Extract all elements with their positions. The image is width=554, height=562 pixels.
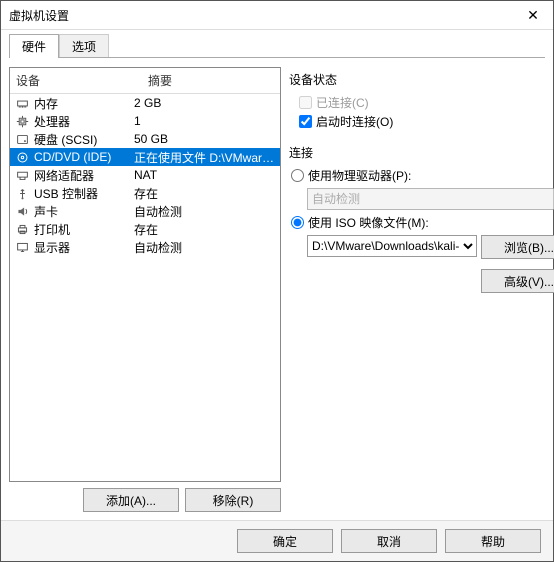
browse-button[interactable]: 浏览(B)... bbox=[481, 235, 554, 259]
disk-icon bbox=[14, 131, 30, 147]
vm-settings-window: 虚拟机设置 ✕ 硬件 选项 设备 摘要 内存2 GB处理器1硬盘 (SCSI)5… bbox=[0, 0, 554, 562]
use-physical-label: 使用物理驱动器(P): bbox=[308, 167, 411, 184]
display-icon bbox=[14, 239, 30, 255]
device-status-title: 设备状态 bbox=[289, 71, 554, 88]
cpu-icon bbox=[14, 113, 30, 129]
device-table: 设备 摘要 内存2 GB处理器1硬盘 (SCSI)50 GBCD/DVD (ID… bbox=[9, 67, 281, 482]
dialog-footer: 确定 取消 帮助 bbox=[1, 520, 553, 561]
device-name: 内存 bbox=[34, 95, 134, 112]
content-area: 设备 摘要 内存2 GB处理器1硬盘 (SCSI)50 GBCD/DVD (ID… bbox=[1, 59, 553, 520]
device-summary: 存在 bbox=[134, 221, 276, 238]
sound-icon bbox=[14, 203, 30, 219]
device-name: 显示器 bbox=[34, 239, 134, 256]
device-summary: 1 bbox=[134, 114, 276, 128]
titlebar: 虚拟机设置 ✕ bbox=[1, 1, 553, 30]
cancel-button[interactable]: 取消 bbox=[341, 529, 437, 553]
use-iso-label: 使用 ISO 映像文件(M): bbox=[308, 214, 429, 231]
device-summary: 50 GB bbox=[134, 132, 276, 146]
table-row[interactable]: CD/DVD (IDE)正在使用文件 D:\VMware\Dow... bbox=[10, 148, 280, 166]
device-name: 打印机 bbox=[34, 221, 134, 238]
device-name: USB 控制器 bbox=[34, 185, 134, 202]
device-status-group: 设备状态 已连接(C) 启动时连接(O) bbox=[289, 67, 554, 132]
device-name: CD/DVD (IDE) bbox=[34, 150, 134, 164]
remove-button[interactable]: 移除(R) bbox=[185, 488, 281, 512]
tab-hardware[interactable]: 硬件 bbox=[9, 34, 59, 58]
advanced-button[interactable]: 高级(V)... bbox=[481, 269, 554, 293]
table-row[interactable]: USB 控制器存在 bbox=[10, 184, 280, 202]
table-row[interactable]: 显示器自动检测 bbox=[10, 238, 280, 256]
table-row[interactable]: 打印机存在 bbox=[10, 220, 280, 238]
net-icon bbox=[14, 167, 30, 183]
advanced-row: 高级(V)... bbox=[289, 269, 554, 293]
device-name: 声卡 bbox=[34, 203, 134, 220]
device-summary: 自动检测 bbox=[134, 203, 276, 220]
use-physical-radio[interactable] bbox=[291, 169, 304, 182]
close-button[interactable]: ✕ bbox=[513, 7, 553, 24]
memory-icon bbox=[14, 95, 30, 111]
table-row[interactable]: 声卡自动检测 bbox=[10, 202, 280, 220]
physical-drive-select: 自动检测 bbox=[307, 188, 554, 210]
connection-group: 连接 使用物理驱动器(P): 自动检测 使用 ISO 映像文件(M): bbox=[289, 140, 554, 293]
connected-checkbox bbox=[299, 96, 312, 109]
connection-title: 连接 bbox=[289, 144, 554, 161]
poweron-checkbox-row[interactable]: 启动时连接(O) bbox=[299, 113, 554, 130]
physical-combo-row: 自动检测 bbox=[307, 188, 554, 210]
device-summary: 2 GB bbox=[134, 96, 276, 110]
tab-strip: 硬件 选项 bbox=[1, 30, 553, 58]
poweron-checkbox[interactable] bbox=[299, 115, 312, 128]
add-button[interactable]: 添加(A)... bbox=[83, 488, 179, 512]
connected-checkbox-row: 已连接(C) bbox=[299, 94, 554, 111]
poweron-label: 启动时连接(O) bbox=[316, 113, 393, 130]
right-pane: 设备状态 已连接(C) 启动时连接(O) 连接 使用物理驱动器(P): bbox=[289, 67, 554, 512]
device-name: 处理器 bbox=[34, 113, 134, 130]
device-summary: 正在使用文件 D:\VMware\Dow... bbox=[134, 149, 276, 166]
device-summary: 存在 bbox=[134, 185, 276, 202]
tab-options[interactable]: 选项 bbox=[59, 34, 109, 58]
use-physical-row[interactable]: 使用物理驱动器(P): bbox=[291, 167, 554, 184]
iso-combo-row: D:\VMware\Downloads\kali- 浏览(B)... bbox=[307, 235, 554, 259]
device-summary: NAT bbox=[134, 168, 276, 182]
window-title: 虚拟机设置 bbox=[9, 7, 513, 24]
usb-icon bbox=[14, 185, 30, 201]
device-name: 网络适配器 bbox=[34, 167, 134, 184]
table-row[interactable]: 硬盘 (SCSI)50 GB bbox=[10, 130, 280, 148]
iso-path-select[interactable]: D:\VMware\Downloads\kali- bbox=[307, 235, 477, 257]
left-buttons: 添加(A)... 移除(R) bbox=[9, 488, 281, 512]
connected-label: 已连接(C) bbox=[316, 94, 369, 111]
cd-icon bbox=[14, 149, 30, 165]
col-device: 设备 bbox=[10, 68, 142, 93]
left-pane: 设备 摘要 内存2 GB处理器1硬盘 (SCSI)50 GBCD/DVD (ID… bbox=[9, 67, 281, 512]
table-header: 设备 摘要 bbox=[10, 68, 280, 94]
tab-underline bbox=[9, 57, 545, 58]
ok-button[interactable]: 确定 bbox=[237, 529, 333, 553]
use-iso-radio[interactable] bbox=[291, 216, 304, 229]
device-summary: 自动检测 bbox=[134, 239, 276, 256]
help-button[interactable]: 帮助 bbox=[445, 529, 541, 553]
printer-icon bbox=[14, 221, 30, 237]
table-body: 内存2 GB处理器1硬盘 (SCSI)50 GBCD/DVD (IDE)正在使用… bbox=[10, 94, 280, 481]
table-row[interactable]: 内存2 GB bbox=[10, 94, 280, 112]
table-row[interactable]: 处理器1 bbox=[10, 112, 280, 130]
table-row[interactable]: 网络适配器NAT bbox=[10, 166, 280, 184]
col-summary: 摘要 bbox=[142, 68, 280, 93]
device-name: 硬盘 (SCSI) bbox=[34, 131, 134, 148]
use-iso-row[interactable]: 使用 ISO 映像文件(M): bbox=[291, 214, 554, 231]
